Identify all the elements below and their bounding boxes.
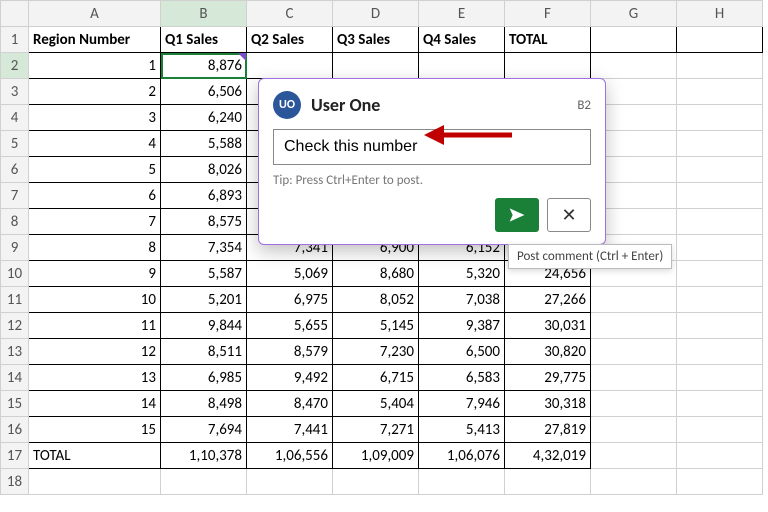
cell-B1[interactable]: Q1 Sales [161, 27, 247, 53]
col-header-B[interactable]: B [161, 1, 247, 27]
table-row: 2 1 8,876 [1, 53, 763, 79]
cell-A1[interactable]: Region Number [29, 27, 161, 53]
table-header-row: 1 Region Number Q1 Sales Q2 Sales Q3 Sal… [1, 27, 763, 53]
comment-cell-ref: B2 [577, 98, 591, 113]
cell-B2[interactable]: 8,876 [161, 53, 247, 79]
comment-card: UO User One B2 Tip: Press Ctrl+Enter to … [258, 78, 606, 245]
cell-G2[interactable] [591, 53, 677, 79]
col-header-C[interactable]: C [247, 1, 333, 27]
send-icon [507, 207, 527, 223]
cell-A17[interactable]: TOTAL [29, 443, 161, 469]
cell-C2[interactable] [247, 53, 333, 79]
close-icon: ✕ [561, 204, 576, 226]
cell-F1[interactable]: TOTAL [505, 27, 591, 53]
post-comment-button[interactable] [495, 198, 539, 232]
cell-D1[interactable]: Q3 Sales [333, 27, 419, 53]
cancel-comment-button[interactable]: ✕ [547, 198, 591, 232]
comment-input[interactable] [273, 129, 591, 165]
cell-value: 8,876 [208, 57, 242, 75]
comment-indicator [238, 53, 246, 61]
row-header-1[interactable]: 1 [1, 27, 29, 53]
cell-F2[interactable] [505, 53, 591, 79]
avatar: UO [273, 91, 301, 119]
table-row: 13128,5118,5797,2306,50030,820 [1, 339, 763, 365]
select-all-corner[interactable] [1, 1, 29, 27]
col-header-E[interactable]: E [419, 1, 505, 27]
comment-tip: Tip: Press Ctrl+Enter to post. [273, 173, 591, 188]
col-header-A[interactable]: A [29, 1, 161, 27]
cell-H1[interactable] [677, 27, 763, 53]
col-header-F[interactable]: F [505, 1, 591, 27]
cell-H2[interactable] [677, 53, 763, 79]
table-row: 14136,9859,4926,7156,58329,775 [1, 365, 763, 391]
cell-D2[interactable] [333, 53, 419, 79]
table-totals-row: 17 TOTAL 1,10,378 1,06,556 1,09,009 1,06… [1, 443, 763, 469]
table-row: 11105,2016,9758,0527,03827,266 [1, 287, 763, 313]
col-header-D[interactable]: D [333, 1, 419, 27]
table-row: 16157,6947,4417,2715,41327,819 [1, 417, 763, 443]
cell-E1[interactable]: Q4 Sales [419, 27, 505, 53]
col-header-G[interactable]: G [591, 1, 677, 27]
column-header-row[interactable]: A B C D E F G H [1, 1, 763, 27]
cell-G1[interactable] [591, 27, 677, 53]
row-header-2[interactable]: 2 [1, 53, 29, 79]
cell-A2[interactable]: 1 [29, 53, 161, 79]
table-row: 15148,4988,4705,4047,94630,318 [1, 391, 763, 417]
col-header-H[interactable]: H [677, 1, 763, 27]
cell-E2[interactable] [419, 53, 505, 79]
cell-C1[interactable]: Q2 Sales [247, 27, 333, 53]
tooltip: Post comment (Ctrl + Enter) [508, 244, 672, 269]
comment-author: User One [311, 94, 567, 116]
table-row: 18 [1, 469, 763, 495]
table-row: 12119,8445,6555,1459,38730,031 [1, 313, 763, 339]
